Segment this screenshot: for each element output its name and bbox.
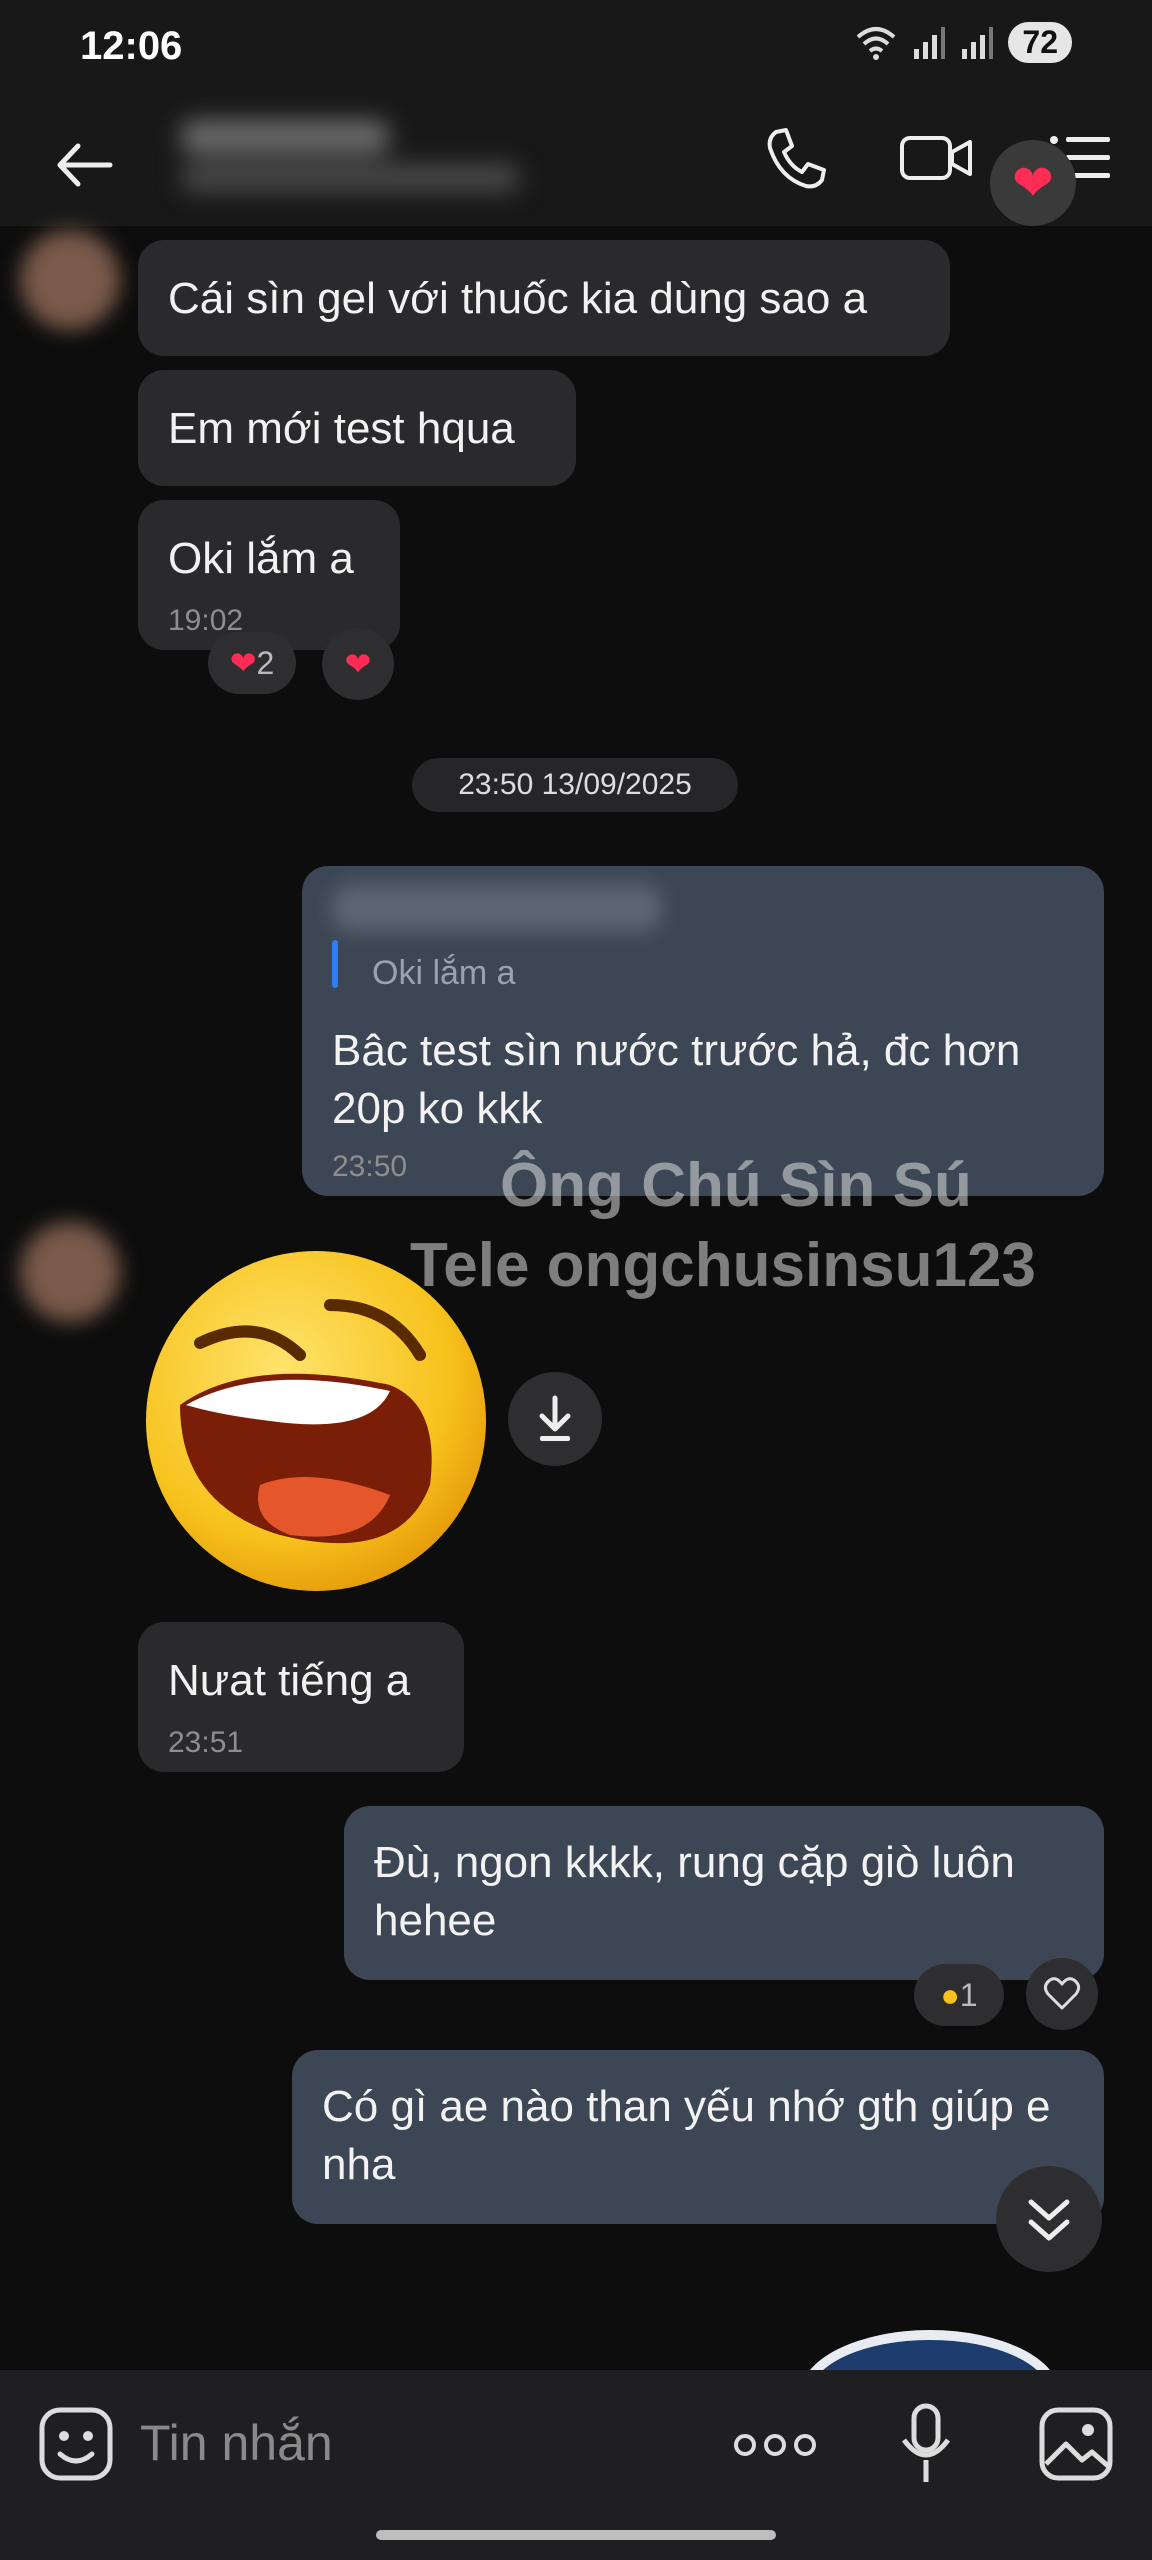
heart-icon: ❤ bbox=[229, 645, 257, 681]
reaction-count: 2 bbox=[256, 644, 275, 681]
double-chevron-down-icon bbox=[1028, 2199, 1070, 2241]
battery-indicator: 72 bbox=[1008, 22, 1072, 63]
message-text: Bâc test sìn nước trước hả, đc hơn 20p k… bbox=[332, 1026, 1021, 1133]
more-options-icon[interactable] bbox=[730, 2420, 820, 2470]
reaction-count: 1 bbox=[959, 1976, 978, 2013]
reaction-badge[interactable]: ❤ 2 bbox=[208, 632, 296, 694]
contact-avatar[interactable] bbox=[20, 1222, 120, 1322]
download-button[interactable] bbox=[508, 1372, 602, 1466]
scroll-to-bottom-button[interactable] bbox=[996, 2166, 1102, 2272]
wifi-icon bbox=[857, 26, 896, 60]
contact-name-blurred[interactable] bbox=[170, 100, 540, 210]
message-bubble-outgoing[interactable]: Oki lắm a Bâc test sìn nước trước hả, đc… bbox=[302, 866, 1104, 1196]
message-text: Đù, ngon kkkk, rung cặp giò luôn hehee bbox=[374, 1838, 1015, 1945]
home-indicator[interactable] bbox=[376, 2530, 776, 2540]
microphone-icon[interactable] bbox=[896, 2400, 956, 2490]
phone-icon[interactable] bbox=[756, 118, 836, 198]
quoted-sender-blurred bbox=[332, 884, 662, 932]
watermark-line1: Ông Chú Sìn Sú bbox=[500, 1151, 972, 1220]
quote-bar bbox=[332, 940, 338, 988]
laughing-emoji-icon: ● bbox=[940, 1976, 960, 2013]
message-bubble-incoming[interactable]: Em mới test hqua bbox=[138, 370, 576, 486]
message-text: Nưat tiếng a bbox=[168, 1656, 411, 1705]
watermark-line2: Tele ongchusinsu123 bbox=[410, 1231, 1036, 1300]
status-time: 12:06 bbox=[80, 24, 183, 68]
laughing-emoji-sticker[interactable] bbox=[140, 1245, 492, 1597]
react-heart-button[interactable]: ❤ bbox=[322, 628, 394, 700]
message-time: 23:51 bbox=[168, 1726, 244, 1759]
message-bubble-outgoing[interactable]: Có gì ae nào than yếu nhớ gth giúp e nha bbox=[292, 2050, 1104, 2224]
message-text: Em mới test hqua bbox=[168, 404, 515, 453]
heart-icon: ❤ bbox=[1012, 155, 1054, 211]
status-icons: 72 bbox=[854, 22, 1072, 63]
contact-avatar[interactable] bbox=[20, 230, 120, 330]
message-bubble-incoming[interactable]: Cái sìn gel với thuốc kia dùng sao a bbox=[138, 240, 950, 356]
reaction-badge[interactable]: ● 1 bbox=[914, 1964, 1004, 2026]
sticker-icon[interactable] bbox=[36, 2404, 116, 2484]
signal-icon-2 bbox=[962, 26, 994, 59]
video-call-icon[interactable] bbox=[896, 118, 976, 198]
floating-heart-button[interactable]: ❤ bbox=[990, 140, 1076, 226]
message-bubble-incoming[interactable]: Nưat tiếng a 23:51 bbox=[138, 1622, 464, 1772]
message-text: Có gì ae nào than yếu nhớ gth giúp e nha bbox=[322, 2082, 1051, 2189]
message-text: Cái sìn gel với thuốc kia dùng sao a bbox=[168, 274, 868, 323]
date-separator: 23:50 13/09/2025 bbox=[412, 758, 738, 812]
signal-icon bbox=[914, 26, 946, 59]
download-icon bbox=[539, 1395, 571, 1441]
message-input[interactable]: Tin nhắn bbox=[140, 2414, 333, 2472]
message-text: Oki lắm a bbox=[168, 534, 354, 583]
message-bubble-outgoing[interactable]: Đù, ngon kkkk, rung cặp giò luôn hehee bbox=[344, 1806, 1104, 1980]
heart-icon: ❤ bbox=[344, 646, 372, 682]
message-time: 23:50 bbox=[332, 1150, 408, 1183]
react-heart-button[interactable] bbox=[1026, 1958, 1098, 2030]
back-arrow-icon[interactable] bbox=[50, 130, 120, 200]
quoted-text: Oki lắm a bbox=[372, 954, 516, 992]
heart-outline-icon bbox=[1043, 1977, 1081, 2010]
image-gallery-icon[interactable] bbox=[1036, 2404, 1116, 2484]
